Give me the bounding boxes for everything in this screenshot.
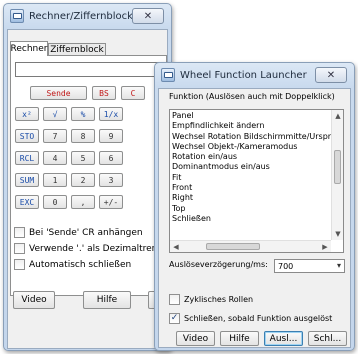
app-icon — [161, 68, 175, 82]
checkbox-auto-close[interactable] — [14, 259, 25, 270]
function-list-hscrollbar[interactable]: ◀ ▶ — [170, 240, 331, 252]
digit-1-button[interactable]: 1 — [43, 173, 67, 187]
scroll-left-icon[interactable]: ◀ — [170, 241, 182, 252]
chevron-down-icon: ▾ — [336, 261, 341, 270]
scroll-right-icon[interactable]: ▶ — [319, 241, 331, 252]
launcher-titlebar[interactable]: Wheel Function Launcher ✕ — [155, 63, 354, 87]
trigger-delay-select[interactable]: 700 ▾ — [274, 259, 345, 273]
calculator-client-area: Rechner Ziffernblock Sende BS C x² √ % 1… — [7, 29, 198, 349]
tab-ziffernblock-label: Ziffernblock — [50, 45, 104, 55]
trigger-delay-label: Auslöseverzögerung/ms: — [169, 260, 268, 269]
function-list-item[interactable]: Wechsel Objekt-/Kameramodus — [170, 142, 331, 152]
calculator-window: Rechner/Ziffernblock ✕ Rechner Ziffernbl… — [3, 3, 198, 351]
clear-button[interactable]: C — [121, 86, 145, 100]
option-close-after-trigger[interactable]: ✓ Schließen, sobald Funktion ausgelöst — [169, 313, 332, 324]
checkbox-close-after-trigger[interactable]: ✓ — [169, 313, 180, 324]
digit-6-button[interactable]: 6 — [99, 151, 123, 165]
calculator-display-input[interactable] — [15, 62, 165, 77]
function-list-item[interactable]: Panel — [170, 111, 331, 121]
function-list-item[interactable]: Wechsel Rotation Bildschirmmitte/Ursprun… — [170, 132, 331, 142]
app-icon — [10, 9, 24, 23]
function-list-item[interactable]: Dominantmodus ein/aus — [170, 162, 331, 172]
checkbox-cyclic-scroll[interactable] — [169, 294, 180, 305]
calculator-video-button[interactable]: Video — [13, 291, 55, 309]
scroll-down-icon[interactable]: ▼ — [332, 228, 343, 240]
backspace-button[interactable]: BS — [92, 86, 116, 100]
option-auto-close-label: Automatisch schließen — [29, 259, 132, 270]
digit-0-button[interactable]: 0 — [43, 195, 67, 209]
launcher-close-button[interactable]: ✕ — [315, 67, 347, 83]
digit-4-button[interactable]: 4 — [43, 151, 67, 165]
calculator-help-button[interactable]: Hilfe — [83, 291, 131, 309]
digit-5-button[interactable]: 5 — [71, 151, 95, 165]
function-list-item[interactable]: Empfindlichkeit ändern — [170, 121, 331, 131]
close-icon: ✕ — [143, 10, 153, 22]
function-list-label: Funktion (Auslösen auch mit Doppelklick) — [169, 92, 335, 101]
launcher-video-button[interactable]: Video — [176, 331, 215, 346]
function-list-item[interactable]: Right — [170, 193, 331, 203]
close-icon: ✕ — [326, 69, 336, 81]
digit-3-button[interactable]: 3 — [99, 173, 123, 187]
digit-2-button[interactable]: 2 — [71, 173, 95, 187]
function-list-item[interactable]: Front — [170, 183, 331, 193]
digit-7-button[interactable]: 7 — [43, 129, 67, 143]
sum-button[interactable]: SUM — [15, 173, 39, 187]
function-list-item[interactable]: Rotation ein/aus — [170, 152, 331, 162]
send-button[interactable]: Sende — [30, 86, 87, 100]
reciprocal-button[interactable]: 1/x — [99, 107, 123, 121]
trigger-function-button[interactable]: Ausl... — [264, 331, 303, 346]
hscroll-thumb[interactable] — [206, 243, 260, 250]
launcher-close-dialog-button[interactable]: Schl... — [308, 331, 347, 346]
percent-button[interactable]: % — [71, 107, 95, 121]
store-button[interactable]: STO — [15, 129, 39, 143]
comma-button[interactable]: , — [71, 195, 95, 209]
launcher-help-button[interactable]: Hilfe — [220, 331, 259, 346]
calculator-close-button[interactable]: ✕ — [132, 8, 164, 24]
function-list: Panel Empfindlichkeit ändern Wechsel Rotat… — [170, 111, 331, 240]
negate-button[interactable]: +/- — [99, 195, 123, 209]
calculator-titlebar[interactable]: Rechner/Ziffernblock ✕ — [4, 4, 171, 28]
launcher-window: Wheel Function Launcher ✕ Funktion (Ausl… — [154, 62, 355, 351]
checkbox-append-cr[interactable] — [14, 227, 25, 238]
tab-rechner[interactable]: Rechner — [10, 41, 48, 56]
trigger-delay-value: 700 — [278, 261, 294, 271]
sqrt-button[interactable]: √ — [43, 107, 67, 121]
option-append-cr[interactable]: Bei 'Sende' CR anhängen — [14, 227, 143, 238]
function-list-item[interactable]: Schließen — [170, 214, 331, 224]
launcher-client-area: Funktion (Auslösen auch mit Doppelklick)… — [158, 88, 351, 348]
function-list-item[interactable]: Fit — [170, 173, 331, 183]
function-listbox[interactable]: Panel Empfindlichkeit ändern Wechsel Rotat… — [169, 109, 344, 253]
option-append-cr-label: Bei 'Sende' CR anhängen — [29, 227, 143, 238]
tab-rechner-label: Rechner — [10, 44, 48, 54]
vscroll-thumb[interactable] — [334, 150, 341, 184]
option-cyclic-scroll[interactable]: Zyklisches Rollen — [169, 294, 253, 305]
scroll-up-icon[interactable]: ▲ — [332, 110, 343, 122]
checkbox-decimal-point[interactable] — [14, 243, 25, 254]
option-cyclic-scroll-label: Zyklisches Rollen — [184, 295, 254, 304]
recall-button[interactable]: RCL — [15, 151, 39, 165]
digit-9-button[interactable]: 9 — [99, 129, 123, 143]
calculator-title: Rechner/Ziffernblock — [29, 10, 133, 22]
function-list-item[interactable]: Top — [170, 204, 331, 214]
option-auto-close[interactable]: Automatisch schließen — [14, 259, 131, 270]
square-button[interactable]: x² — [15, 107, 39, 121]
checkmark-icon: ✓ — [170, 313, 179, 323]
option-close-after-trigger-label: Schließen, sobald Funktion ausgelöst — [184, 314, 333, 323]
launcher-title: Wheel Function Launcher — [180, 69, 307, 81]
digit-8-button[interactable]: 8 — [71, 129, 95, 143]
exchange-button[interactable]: EXC — [15, 195, 39, 209]
function-list-vscrollbar[interactable]: ▲ ▼ — [331, 110, 343, 240]
